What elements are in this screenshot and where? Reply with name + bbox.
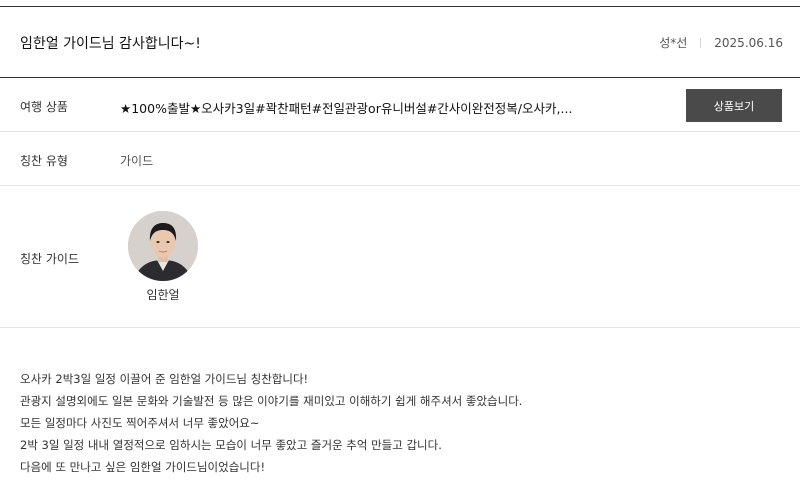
product-row: 여행 상품 ★100%출발★오사카3일#꽉찬패턴#전일관광or유니버설#간사이완… [0, 78, 800, 132]
content-line: 모든 일정마다 사진도 찍어주셔서 너무 좋았어요~ [20, 416, 260, 430]
praise-guide-row: 칭찬 가이드 임한얼 [0, 186, 800, 328]
review-author: 성*선 [659, 36, 688, 50]
meta-divider [700, 37, 702, 48]
review-header: 임한얼 가이드님 감사합니다~! 성*선 2025.06.16 [0, 7, 800, 78]
content-line: 오사카 2박3일 일정 이끌어 준 임한얼 가이드님 칭찬합니다! [20, 372, 309, 386]
view-product-button[interactable]: 상품보기 [686, 89, 782, 122]
review-content: 오사카 2박3일 일정 이끌어 준 임한얼 가이드님 칭찬합니다! 관광지 설명… [20, 368, 522, 478]
content-line: 관광지 설명외에도 일본 문화와 기술발전 등 많은 이야기를 재미있고 이해하… [20, 394, 523, 408]
praise-type-value: 가이드 [120, 154, 154, 168]
guide-name: 임한얼 [146, 288, 180, 302]
guide-photo [128, 211, 198, 281]
praise-guide-label: 칭찬 가이드 [20, 252, 80, 266]
guide-avatar [128, 211, 198, 281]
product-label: 여행 상품 [20, 100, 68, 114]
review-title: 임한얼 가이드님 감사합니다~! [20, 36, 201, 52]
content-line: 다음에 또 만나고 싶은 임한얼 가이드님이었습니다! [20, 460, 266, 474]
praise-type-label: 칭찬 유형 [20, 154, 68, 168]
praise-type-row: 칭찬 유형 가이드 [0, 132, 800, 186]
content-line: 2박 3일 일정 내내 열정적으로 임하시는 모습이 너무 좋았고 즐거운 추억… [20, 438, 442, 452]
product-name: ★100%출발★오사카3일#꽉찬패턴#전일관광or유니버설#간사이완전정복/오사… [120, 101, 573, 116]
review-meta: 성*선 2025.06.16 [659, 34, 783, 51]
review-date: 2025.06.16 [714, 35, 783, 50]
